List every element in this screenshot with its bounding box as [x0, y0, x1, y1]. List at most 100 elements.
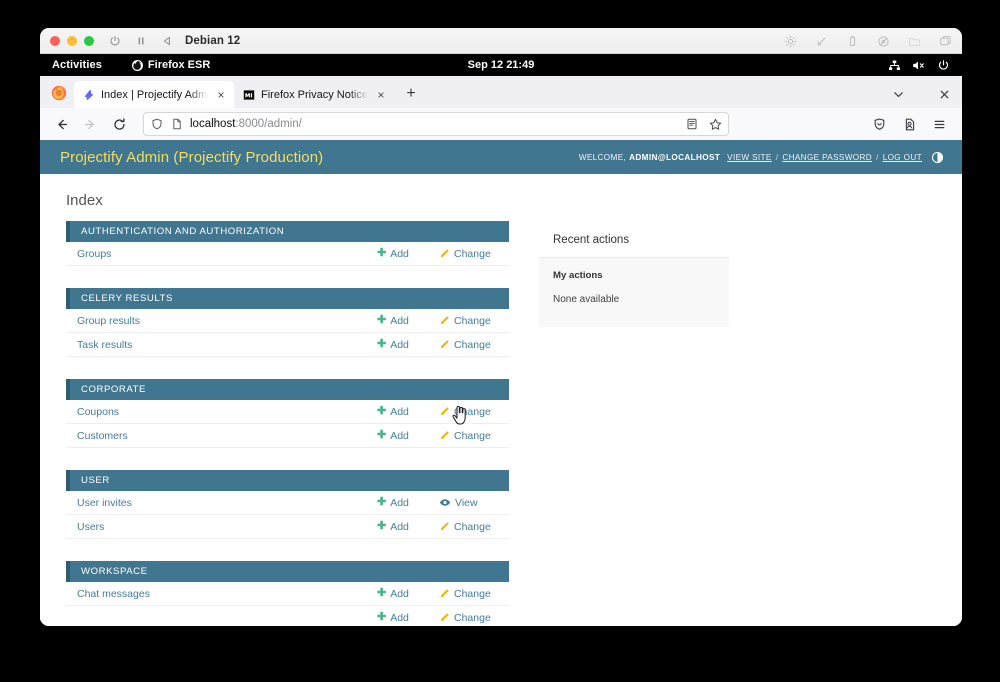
url-text[interactable]: localhost:8000/admin/ — [190, 118, 679, 130]
add-link[interactable]: Add — [390, 315, 409, 327]
change-link[interactable]: Change — [454, 339, 491, 351]
model-link[interactable]: User invites — [77, 497, 132, 509]
projectify-icon — [83, 89, 95, 101]
theme-toggle-icon[interactable] — [931, 151, 944, 164]
forward-button[interactable] — [77, 111, 103, 137]
pencil-icon — [439, 248, 450, 259]
change-link[interactable]: Change — [454, 248, 491, 260]
new-tab-button[interactable]: + — [398, 81, 424, 107]
active-app-indicator[interactable]: Firefox ESR — [131, 59, 210, 71]
tracking-protection-icon[interactable] — [150, 117, 164, 131]
minimize-window-button[interactable] — [67, 35, 77, 46]
disc-icon[interactable] — [876, 34, 890, 48]
account-icon[interactable] — [896, 111, 922, 137]
reader-view-icon[interactable] — [685, 117, 699, 131]
change-password-link[interactable]: CHANGE PASSWORD — [782, 153, 872, 162]
model-link[interactable]: Users — [77, 521, 104, 533]
power-icon[interactable] — [108, 34, 121, 47]
view-link[interactable]: View — [455, 497, 478, 509]
link-separator: / — [876, 152, 879, 162]
close-window-button[interactable] — [50, 35, 60, 46]
back-button[interactable] — [48, 111, 74, 137]
model-view-action: View — [439, 497, 501, 509]
add-link[interactable]: Add — [390, 406, 409, 418]
model-name-cell: Users — [77, 521, 377, 533]
shield-extension-icon[interactable] — [866, 111, 892, 137]
add-link[interactable]: Add — [390, 430, 409, 442]
username-label: ADMIN@LOCALHOST — [629, 152, 721, 162]
network-icon — [888, 59, 901, 72]
model-change-action: Change — [439, 248, 501, 260]
model-add-action: ✚ Add — [377, 248, 439, 260]
change-link[interactable]: Change — [454, 430, 491, 442]
model-link[interactable]: Groups — [77, 248, 111, 260]
add-link[interactable]: Add — [390, 339, 409, 351]
close-window-icon[interactable] — [934, 84, 954, 104]
add-link[interactable]: Add — [390, 521, 409, 533]
page-info-icon[interactable] — [170, 117, 184, 131]
plus-icon: ✚ — [377, 247, 387, 259]
gnome-status-area[interactable] — [888, 59, 950, 72]
pause-icon[interactable] — [134, 34, 147, 47]
brightness-icon[interactable] — [783, 34, 797, 48]
change-link[interactable]: Change — [454, 612, 491, 624]
change-link[interactable]: Change — [454, 406, 491, 418]
vm-status-icons — [783, 28, 952, 54]
model-link[interactable]: Task results — [77, 339, 132, 351]
plus-icon: ✚ — [377, 611, 387, 623]
activities-button[interactable]: Activities — [52, 59, 102, 71]
log-out-link[interactable]: LOG OUT — [883, 153, 922, 162]
pencil-icon — [439, 339, 450, 350]
maximize-window-button[interactable] — [84, 35, 94, 46]
address-bar[interactable]: localhost:8000/admin/ — [143, 112, 729, 136]
add-link[interactable]: Add — [390, 612, 409, 624]
model-link[interactable]: Customers — [77, 430, 128, 442]
add-link[interactable]: Add — [390, 497, 409, 509]
shared-folder-icon[interactable] — [907, 34, 921, 48]
reload-button[interactable] — [106, 111, 132, 137]
add-link[interactable]: Add — [390, 248, 409, 260]
app-menu-icon[interactable] — [926, 111, 952, 137]
model-row: Users ✚ Add Change — [66, 515, 509, 539]
list-all-tabs-icon[interactable] — [888, 84, 908, 104]
clock[interactable]: Sep 12 21:49 — [468, 59, 535, 71]
model-change-action: Change — [439, 588, 501, 600]
app-caption[interactable]: CELERY RESULTS — [66, 288, 509, 309]
change-link[interactable]: Change — [454, 521, 491, 533]
model-link[interactable]: Chat messages — [77, 588, 150, 600]
app-caption[interactable]: USER — [66, 470, 509, 491]
app-caption[interactable]: AUTHENTICATION AND AUTHORIZATION — [66, 221, 509, 242]
tab-index-projectify-admin[interactable]: Index | Projectify Admin ( × — [74, 81, 234, 108]
model-row: Coupons ✚ Add Change — [66, 400, 509, 424]
app-caption[interactable]: CORPORATE — [66, 379, 509, 400]
model-link[interactable]: Group results — [77, 315, 140, 327]
bookmark-star-icon[interactable] — [708, 117, 722, 131]
change-link[interactable]: Change — [454, 588, 491, 600]
pencil-icon — [439, 315, 450, 326]
model-change-action: Change — [439, 612, 501, 624]
model-add-action: ✚ Add — [377, 497, 439, 509]
admin-body: Index AUTHENTICATION AND AUTHORIZATION G… — [40, 174, 962, 626]
app-caption[interactable]: WORKSPACE — [66, 561, 509, 582]
window-icon[interactable] — [938, 34, 952, 48]
app-list-column: AUTHENTICATION AND AUTHORIZATION Groups … — [66, 221, 509, 626]
plus-icon: ✚ — [377, 587, 387, 599]
model-name-cell: Customers — [77, 430, 377, 442]
resize-icon[interactable] — [814, 34, 828, 48]
change-link[interactable]: Change — [454, 315, 491, 327]
model-add-action: ✚ Add — [377, 339, 439, 351]
close-tab-icon[interactable]: × — [374, 88, 388, 102]
app-module-user: USER User invites ✚ Add View Users ✚ Add C… — [66, 470, 509, 539]
app-module-celery-results: CELERY RESULTS Group results ✚ Add Change… — [66, 288, 509, 357]
close-tab-icon[interactable]: × — [214, 88, 228, 102]
back-icon[interactable] — [160, 34, 173, 47]
usb-icon[interactable] — [845, 34, 859, 48]
model-link[interactable]: Coupons — [77, 406, 119, 418]
tab-firefox-privacy-notice[interactable]: Firefox Privacy Notice — × — [234, 81, 394, 108]
admin-header: Projectify Admin (Projectify Production)… — [40, 140, 962, 174]
add-link[interactable]: Add — [390, 588, 409, 600]
eye-icon — [439, 497, 451, 508]
admin-brand-title[interactable]: Projectify Admin (Projectify Production) — [60, 149, 323, 166]
view-site-link[interactable]: VIEW SITE — [727, 153, 772, 162]
model-row: Groups ✚ Add Change — [66, 242, 509, 266]
